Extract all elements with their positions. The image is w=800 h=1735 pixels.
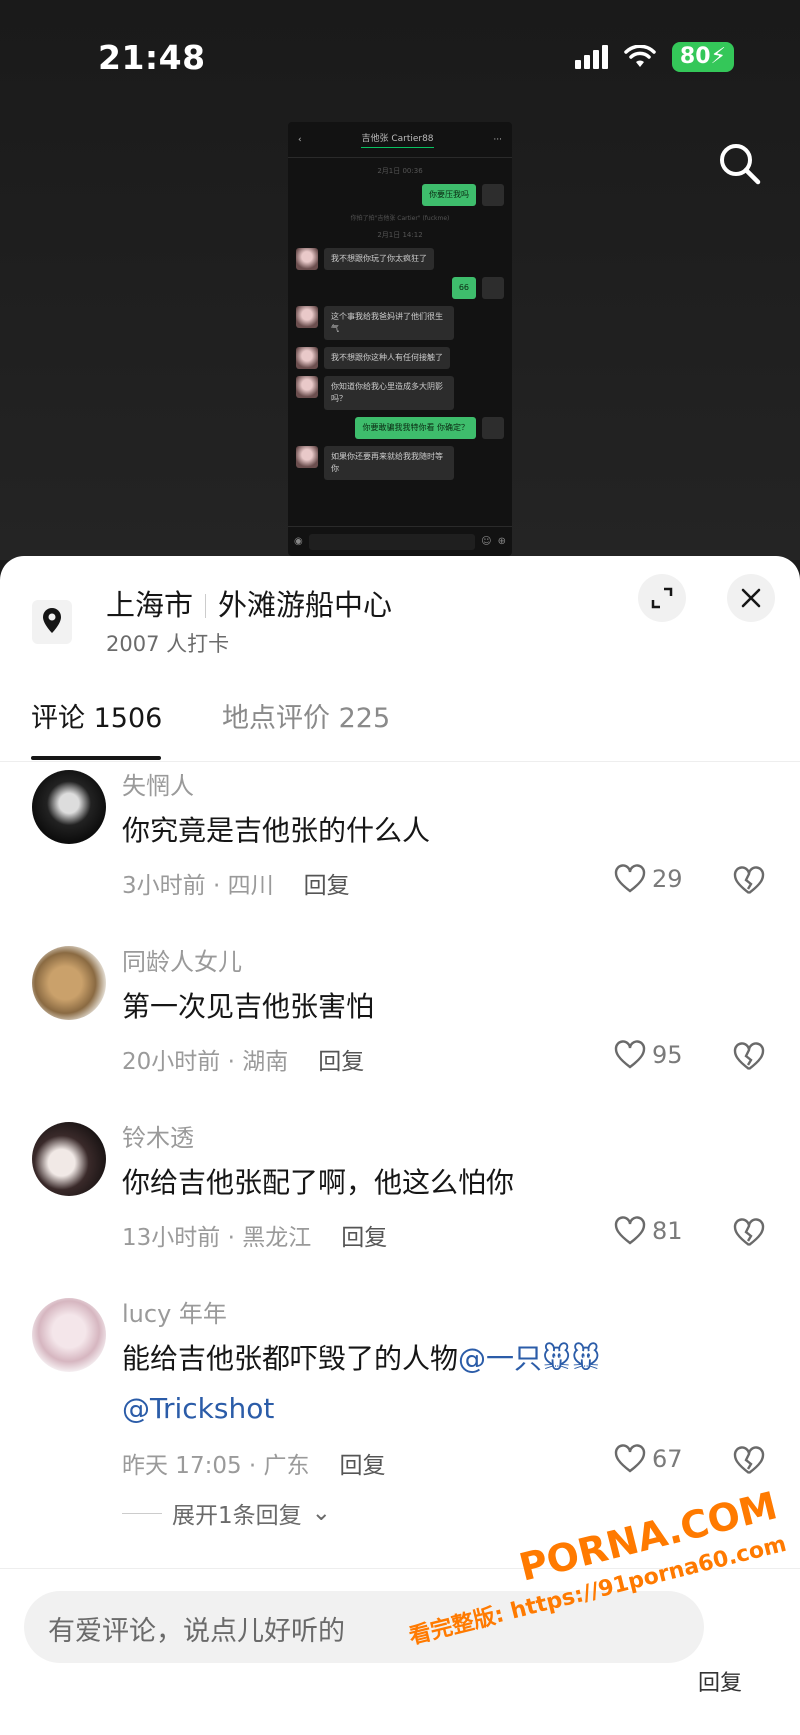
status-time: 21:48 [98,38,206,77]
comment-text: 你给吉他张配了啊，他这么怕你 [122,1166,515,1199]
broken-heart-icon[interactable] [733,1446,765,1476]
comment-username[interactable]: 同龄人女儿 [122,942,242,977]
chat-screenshot: ‹ 吉他张 Cartier88 ··· 2月1日 00:36 你要压我吗 你拍了… [288,122,512,556]
location-sheet: 上海市 外滩游船中心 2007 人打卡 评论 1506 地点评价 225 失惘人 … [0,556,800,1735]
avatar [296,248,318,270]
like-count: 95 [652,1041,683,1069]
status-indicators: 80⚡ [574,42,734,72]
like-count: 29 [652,865,683,893]
location-city: 上海市 [106,588,194,622]
close-button[interactable] [727,574,775,622]
mention-link[interactable]: @Trickshot [122,1392,274,1425]
avatar[interactable] [32,946,106,1020]
chat-timestamp: 2月1日 00:36 [377,167,423,175]
heart-icon [614,1040,646,1069]
avatar [482,277,504,299]
battery-indicator: 80⚡ [671,42,734,72]
avatar[interactable] [32,1298,106,1372]
chat-message: 这个事我给我爸妈讲了他们很生气 [296,306,504,340]
location-title[interactable]: 上海市 外滩游船中心 [106,582,392,624]
like-count: 81 [652,1217,683,1245]
like-button[interactable]: 81 [614,1216,683,1246]
heart-icon [614,1444,646,1473]
chat-message: 如果你还要再来就给我我随时等你 [296,446,504,480]
avatar [296,347,318,369]
chat-message: 你要压我吗 [296,184,504,206]
chat-message: 你知道你给我心里造成多大阴影吗？ [296,376,504,410]
chat-message: 我不想跟你玩了你太疯狂了 [296,248,504,270]
chat-input-bar: ◉ ☺ ⊕ [288,526,512,556]
like-button[interactable]: 95 [614,1040,683,1070]
like-button[interactable]: 67 [614,1444,683,1474]
reply-button[interactable]: 回复 [318,1049,364,1075]
wifi-icon [624,45,656,67]
location-place: 外滩游船中心 [218,588,393,622]
comment-username[interactable]: lucy 年年 [122,1294,227,1329]
tab-bar: 评论 1506 地点评价 225 [0,696,800,762]
checkin-count: 2007 人打卡 [106,632,230,656]
voice-icon: ◉ [294,536,303,547]
chat-timestamp: 2月1日 14:12 [377,231,423,239]
comment-username[interactable]: 铃木透 [122,1118,194,1153]
heart-icon [614,1216,646,1245]
chat-header: ‹ 吉他张 Cartier88 ··· [288,122,512,158]
like-button[interactable]: 29 [614,864,683,894]
charging-icon: ⚡ [710,44,726,69]
avatar [482,417,504,439]
comment-meta: 13小时前 · 黑龙江 回复 [122,1225,388,1251]
avatar [482,184,504,206]
comment-meta: 3小时前 · 四川 回复 [122,873,350,899]
broken-heart-icon[interactable] [733,1042,765,1072]
reply-button[interactable]: 回复 [304,873,350,899]
more-icon: ··· [493,134,502,145]
close-icon [741,588,761,608]
chat-message: 你要敢骗我我特你看 你确定？ [296,417,504,439]
chat-title: 吉他张 Cartier88 [361,131,434,148]
avatar [296,376,318,398]
broken-heart-icon[interactable] [733,866,765,896]
expand-icon [651,587,673,609]
reply-button[interactable]: 回复 [341,1225,387,1251]
chat-message: 我不想跟你这种人有任何接触了 [296,347,504,369]
tab-indicator [31,756,161,760]
expand-button[interactable] [638,574,686,622]
reply-send[interactable]: 回复 [698,1665,742,1697]
emoji-icon: ☺ [481,536,492,547]
avatar[interactable] [32,1122,106,1196]
mention-link[interactable]: @一只🐭🐭 [458,1342,600,1375]
plus-icon: ⊕ [497,536,506,547]
broken-heart-icon[interactable] [733,1218,765,1248]
avatar [296,446,318,468]
comment-username[interactable]: 失惘人 [122,766,194,801]
video-area: 21:48 80⚡ ‹ 吉他张 Cartier88 ··· 2月1日 00:36… [0,0,800,560]
tab-comments[interactable]: 评论 1506 [31,696,162,735]
search-icon[interactable] [716,140,764,188]
comment-meta: 昨天 17:05 · 广东 回复 [122,1453,386,1479]
back-icon: ‹ [298,134,302,145]
avatar[interactable] [32,770,106,844]
signal-icon [574,45,608,69]
chat-system-note: 你拍了拍"吉他张 Cartier" (fuckme) [350,215,450,222]
chevron-down-icon: ⌄ [311,1500,331,1526]
heart-icon [614,864,646,893]
comment-meta: 20小时前 · 湖南 回复 [122,1049,365,1075]
comment-text: 能给吉他张都吓毁了的人物@一只🐭🐭 @Trickshot [122,1342,601,1425]
comment-text: 第一次见吉他张害怕 [122,990,375,1023]
avatar [296,306,318,328]
like-count: 67 [652,1445,683,1473]
location-pin-icon [32,600,72,644]
divider [205,594,207,618]
chat-message: 66 [296,277,504,299]
reply-button[interactable]: 回复 [340,1453,386,1479]
tab-place-reviews[interactable]: 地点评价 225 [222,696,390,735]
divider [122,1512,162,1514]
comment-text: 你究竟是吉他张的什么人 [122,814,431,847]
expand-replies[interactable]: 展开1条回复 ⌄ [122,1496,331,1530]
